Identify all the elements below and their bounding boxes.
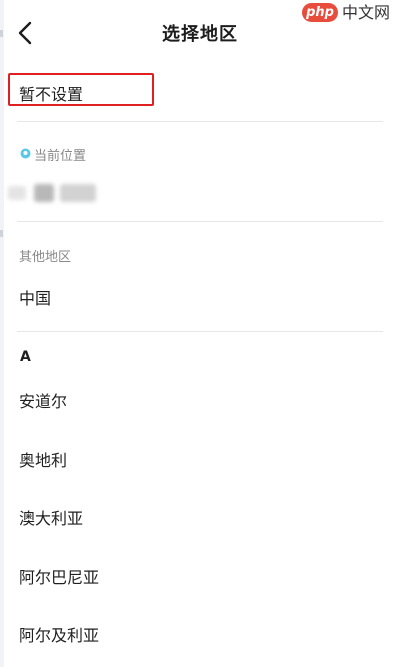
divider — [17, 331, 383, 332]
blur-block — [34, 184, 54, 202]
unset-region-option[interactable]: 暂不设置 — [19, 81, 83, 105]
region-item[interactable]: 奥地利 — [19, 447, 379, 471]
divider — [17, 221, 383, 222]
current-location-label: 当前位置 — [34, 149, 87, 164]
current-location-value-blurred[interactable] — [8, 180, 100, 208]
blur-block — [60, 184, 96, 202]
location-pin-icon — [20, 148, 31, 159]
left-edge-strip — [0, 0, 4, 667]
watermark: php 中文网 — [302, 2, 394, 24]
blur-block — [8, 186, 26, 200]
region-item-china[interactable]: 中国 — [19, 285, 379, 309]
region-item[interactable]: 阿尔及利亚 — [19, 622, 379, 646]
region-item[interactable]: 阿尔巴尼亚 — [19, 564, 379, 588]
divider — [17, 121, 383, 122]
alphabet-section-header: A — [20, 349, 31, 365]
header-bar: 选择地区 php 中文网 — [0, 0, 400, 64]
edge-mark — [0, 230, 3, 237]
watermark-logo: php — [302, 3, 338, 22]
other-regions-label: 其他地区 — [19, 250, 72, 265]
region-item[interactable]: 安道尔 — [19, 388, 379, 412]
region-item[interactable]: 澳大利亚 — [19, 505, 379, 529]
select-region-screen: 选择地区 php 中文网 暂不设置 当前位置 其他地区 中国 A 安道尔 奥地利… — [0, 0, 400, 667]
watermark-text: 中文网 — [342, 3, 391, 22]
